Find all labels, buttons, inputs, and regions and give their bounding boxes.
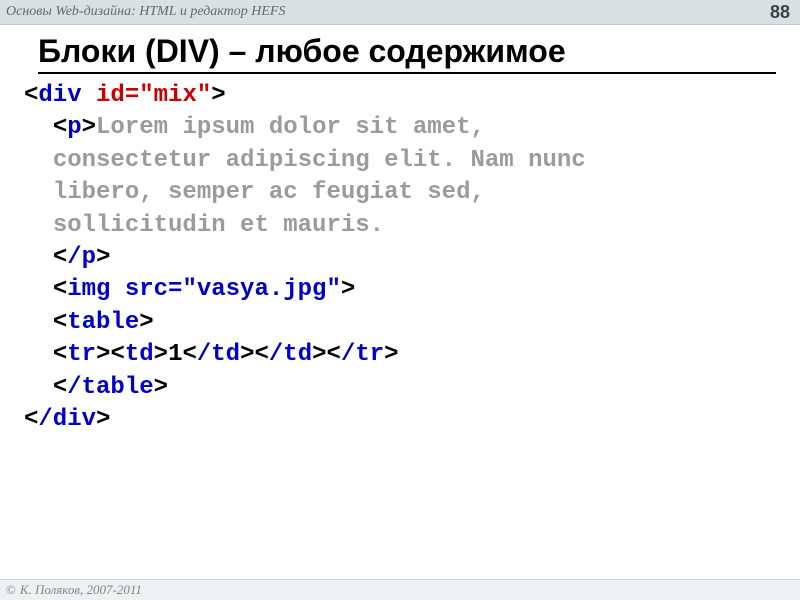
tag-img: img src="vasya.jpg" <box>67 276 341 303</box>
angle-open: < <box>53 276 67 303</box>
slide: Основы Web-дизайна: HTML и редактор HEFS… <box>0 0 800 600</box>
copyright-symbol: © <box>6 582 16 598</box>
copyright-text: К. Поляков, 2007-2011 <box>20 582 142 598</box>
slide-title: Блоки (DIV) – любое содержимое <box>38 33 776 74</box>
breadcrumb: Основы Web-дизайна: HTML и редактор HEFS <box>6 4 285 20</box>
angle-close: > <box>82 114 96 141</box>
tag-div-close: /div <box>38 406 96 433</box>
tag-p-close: /p <box>67 244 96 271</box>
angle-open: < <box>53 244 67 271</box>
angle-open: < <box>53 114 67 141</box>
tag-table-close: /table <box>67 374 153 401</box>
angle-open: < <box>24 406 38 433</box>
angle-open: < <box>24 82 38 109</box>
footer-bar: © К. Поляков, 2007-2011 <box>0 579 800 600</box>
lorem-line-1: Lorem ipsum dolor sit amet, <box>96 114 485 141</box>
tag-td-close-2: /td <box>269 341 312 368</box>
tag-td: td <box>125 341 154 368</box>
tag-table: table <box>67 309 139 336</box>
angle-open: < <box>53 374 67 401</box>
angle-close: > <box>240 341 254 368</box>
tag-p: p <box>67 114 81 141</box>
lorem-line-2: consectetur adipiscing elit. Nam nunc <box>53 147 586 174</box>
angle-open: < <box>53 309 67 336</box>
lorem-line-4: sollicitudin et mauris. <box>53 212 384 239</box>
attr-id: id="mix" <box>82 82 212 109</box>
tag-tr-close: /tr <box>341 341 384 368</box>
header-bar: Основы Web-дизайна: HTML и редактор HEFS… <box>0 0 800 25</box>
angle-close: > <box>341 276 355 303</box>
tag-tr: tr <box>67 341 96 368</box>
angle-close: > <box>139 309 153 336</box>
angle-open: < <box>255 341 269 368</box>
angle-close: > <box>96 244 110 271</box>
angle-close: > <box>96 341 110 368</box>
content-area: Блоки (DIV) – любое содержимое <div id="… <box>0 25 800 436</box>
angle-close: > <box>312 341 326 368</box>
angle-open: < <box>327 341 341 368</box>
lorem-line-3: libero, semper ac feugiat sed, <box>53 179 485 206</box>
angle-close: > <box>96 406 110 433</box>
tag-div: div <box>38 82 81 109</box>
angle-open: < <box>110 341 124 368</box>
angle-close: > <box>384 341 398 368</box>
angle-close: > <box>211 82 225 109</box>
angle-open: < <box>53 341 67 368</box>
page-number: 88 <box>770 2 790 23</box>
code-block: <div id="mix"> <p>Lorem ipsum dolor sit … <box>24 80 776 436</box>
angle-close: > <box>154 374 168 401</box>
angle-open: < <box>182 341 196 368</box>
cell-value: 1 <box>168 341 182 368</box>
tag-td-close: /td <box>197 341 240 368</box>
angle-close: > <box>154 341 168 368</box>
